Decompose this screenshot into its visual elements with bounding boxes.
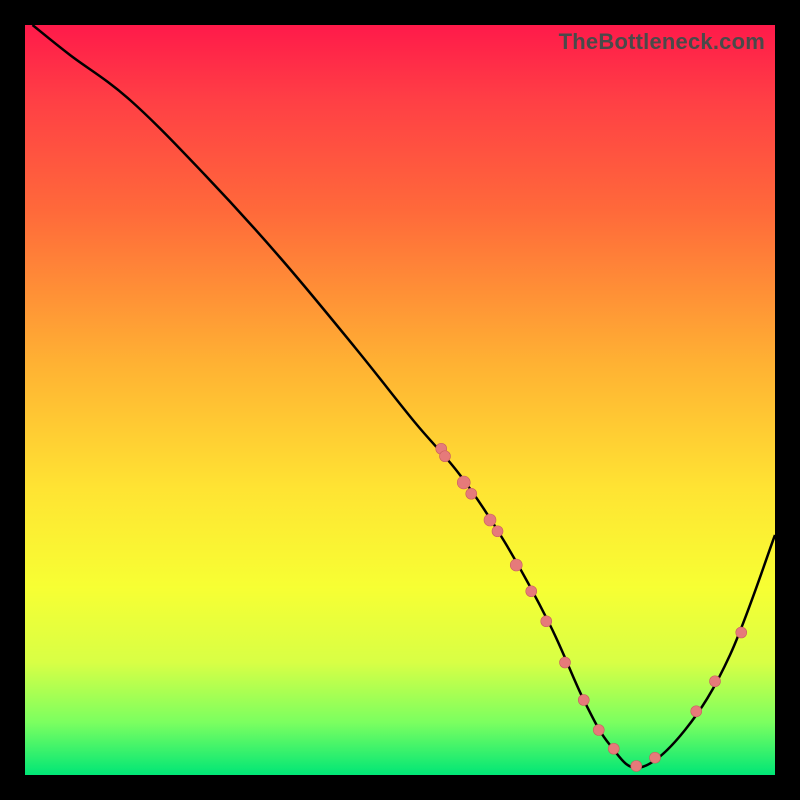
curve-line — [33, 25, 776, 768]
chart-marker — [608, 743, 619, 754]
chart-marker — [578, 695, 589, 706]
chart-marker — [736, 627, 747, 638]
chart-overlay-svg — [25, 25, 775, 775]
chart-plot-area: TheBottleneck.com — [25, 25, 775, 775]
chart-marker — [440, 451, 451, 462]
chart-stage: TheBottleneck.com — [0, 0, 800, 800]
chart-marker — [631, 761, 642, 772]
chart-marker — [457, 476, 470, 489]
chart-marker — [526, 586, 537, 597]
chart-marker — [541, 616, 552, 627]
chart-marker — [492, 526, 503, 537]
chart-marker — [510, 559, 522, 571]
chart-marker — [593, 725, 604, 736]
chart-marker — [466, 488, 477, 499]
chart-marker — [710, 676, 721, 687]
chart-marker — [484, 514, 496, 526]
marker-group — [436, 443, 747, 771]
chart-marker — [560, 657, 571, 668]
chart-marker — [691, 706, 702, 717]
chart-marker — [650, 752, 661, 763]
